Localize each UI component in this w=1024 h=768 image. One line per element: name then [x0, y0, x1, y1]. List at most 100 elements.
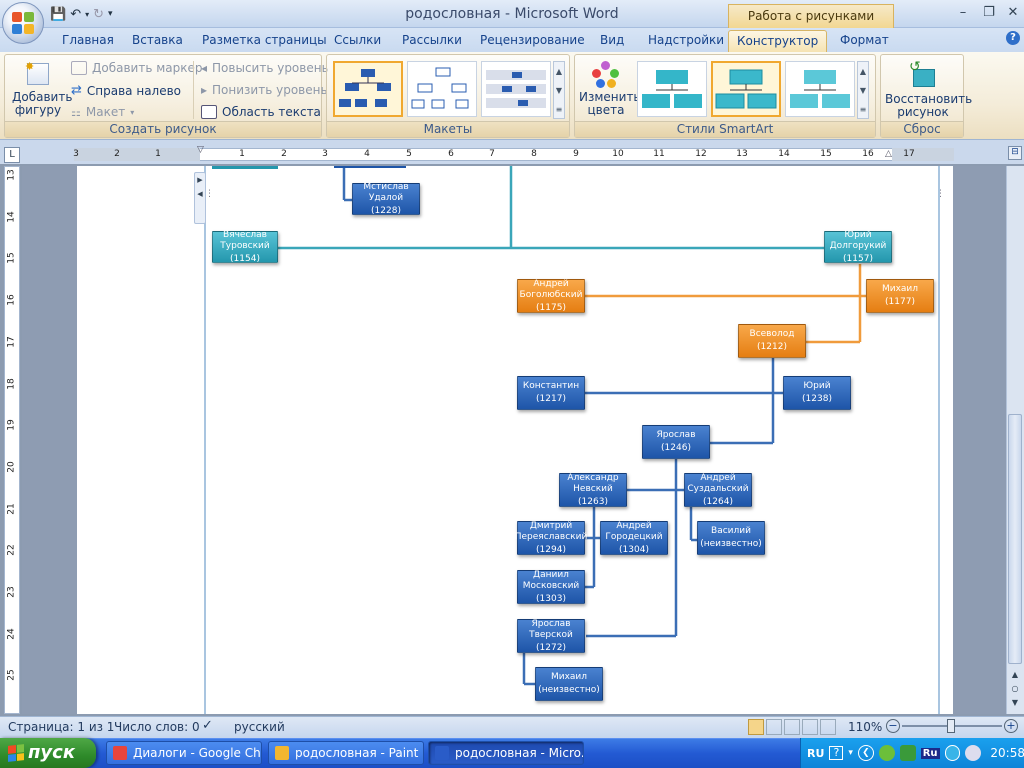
add-shape-button[interactable]: ✸ Добавить фигуру	[9, 60, 72, 117]
print-layout-icon[interactable]	[748, 719, 764, 735]
tab-0[interactable]: Главная	[60, 30, 116, 52]
chevron-up-icon[interactable]: ▲	[858, 62, 868, 81]
draft-icon[interactable]	[820, 719, 836, 735]
layouts-gallery-scroll[interactable]: ▲ ▼ ≡	[553, 61, 565, 119]
tree-node-vasiliy[interactable]: Василий (неизвестно)	[697, 521, 765, 555]
clock[interactable]: 20:58	[990, 746, 1024, 760]
reset-graphic-button[interactable]: ↺ Восстановить рисунок	[883, 60, 972, 119]
word-count[interactable]: Число слов: 0	[114, 720, 200, 734]
tree-node-yaroslav_t[interactable]: Ярослав Тверской (1272)	[517, 619, 585, 653]
help-icon[interactable]: ?	[1006, 31, 1020, 45]
style-thumb-3[interactable]	[785, 61, 855, 117]
layout-thumb-hierarchy[interactable]	[333, 61, 403, 117]
next-page-icon[interactable]: ▼	[1008, 696, 1022, 710]
view-ruler-toggle-icon[interactable]: ⊟	[1008, 146, 1022, 160]
node-partial-top[interactable]	[212, 166, 278, 169]
tree-node-yuri_d[interactable]: Юрий Долгорукий (1157)	[824, 230, 892, 264]
minimize-button[interactable]: –	[950, 4, 976, 22]
language-switch[interactable]: RU	[807, 747, 824, 760]
tree-node-mikhail2[interactable]: Михаил (неизвестно)	[535, 667, 603, 701]
tab-5[interactable]: Рецензирование	[478, 30, 587, 52]
tree-node-yaroslav[interactable]: Ярослав (1246)	[642, 425, 710, 459]
chevron-up-icon[interactable]: ▲	[554, 62, 564, 81]
tree-node-vsevolod[interactable]: Всеволод (1212)	[738, 324, 806, 358]
tree-node-dmitriy[interactable]: Дмитрий Переяславский (1294)	[515, 521, 587, 555]
tab-9[interactable]: Формат	[838, 30, 891, 52]
tree-node-daniil[interactable]: Даниил Московский (1303)	[517, 570, 585, 604]
undo-dropdown-icon[interactable]: ▾	[85, 10, 89, 19]
tab-2[interactable]: Разметка страницы	[200, 30, 329, 52]
frame-handle-left-icon[interactable]: ⋮	[205, 190, 214, 199]
select-browse-object-icon[interactable]: ○	[1008, 682, 1022, 696]
zoom-level[interactable]: 110%	[848, 720, 882, 734]
taskbar-task-0[interactable]: Диалоги - Google Ch...	[106, 741, 262, 765]
tree-node-vyacheslav[interactable]: Вячеслав Туровский (1154)	[212, 230, 278, 264]
group-label: Макеты	[327, 121, 569, 137]
layout-thumb-labeled-hierarchy[interactable]	[407, 61, 477, 117]
redo-icon[interactable]: ↻	[93, 7, 104, 22]
demote-button[interactable]: ▸ Понизить уровень	[201, 83, 328, 97]
chevron-down-icon[interactable]: ▼	[554, 81, 564, 100]
more-icon[interactable]: ≡	[858, 100, 868, 119]
scrollbar-thumb[interactable]	[1008, 414, 1022, 664]
style-thumb-1[interactable]	[637, 61, 707, 117]
restore-button[interactable]: ❐	[976, 4, 1002, 22]
language-indicator[interactable]: русский	[234, 720, 285, 734]
zoom-slider-thumb[interactable]	[947, 719, 955, 733]
layout-thumb-horizontal[interactable]	[481, 61, 551, 117]
office-button[interactable]	[2, 2, 44, 44]
utorrent-icon[interactable]	[878, 745, 895, 761]
previous-page-icon[interactable]: ▲	[1008, 668, 1022, 682]
tray-arrow-icon[interactable]: ▾	[848, 748, 853, 758]
styles-gallery-scroll[interactable]: ▲ ▼ ≡	[857, 61, 869, 119]
browser-tray-icon[interactable]	[944, 745, 961, 761]
taskbar-task-1[interactable]: родословная - Paint	[268, 741, 424, 765]
style-thumb-2[interactable]	[711, 61, 781, 117]
tree-node-aleksandr[interactable]: Александр Невский (1263)	[559, 473, 627, 507]
zoom-in-icon[interactable]: +	[1004, 719, 1018, 733]
start-button[interactable]: пуск	[0, 738, 96, 768]
tab-6[interactable]: Вид	[598, 30, 626, 52]
tab-3[interactable]: Ссылки	[332, 30, 383, 52]
full-screen-reading-icon[interactable]	[766, 719, 782, 735]
help-tray-icon[interactable]: ?	[829, 746, 844, 760]
green-app-icon[interactable]	[899, 745, 916, 761]
promote-button[interactable]: ◂ Повысить уровень	[201, 61, 329, 75]
indent-marker-icon[interactable]: ▽	[197, 145, 204, 155]
taskbar-task-2[interactable]: родословная - Micro...	[428, 741, 584, 765]
tab-4[interactable]: Рассылки	[400, 30, 464, 52]
change-colors-button[interactable]: Изменить цвета	[577, 61, 641, 117]
chevron-down-icon[interactable]: ▼	[858, 81, 868, 100]
tree-node-andrey_b[interactable]: Андрей Боголюбский (1175)	[517, 279, 585, 313]
save-icon[interactable]: 💾	[50, 7, 66, 22]
right-to-left-button[interactable]: ⇄ Справа налево	[71, 83, 181, 98]
tree-node-andrey_s[interactable]: Андрей Суздальский (1264)	[684, 473, 752, 507]
tree-node-mstislav[interactable]: Мстислав Удалой (1228)	[352, 182, 420, 216]
node-partial-top[interactable]	[334, 166, 406, 168]
more-icon[interactable]: ≡	[554, 100, 564, 119]
tab-1[interactable]: Вставка	[130, 30, 185, 52]
tab-selector-icon[interactable]: L	[4, 147, 20, 163]
network-icon[interactable]	[965, 745, 982, 761]
tree-node-andrey_g[interactable]: Андрей Городецкий (1304)	[600, 521, 668, 555]
outline-icon[interactable]	[802, 719, 818, 735]
zoom-out-icon[interactable]: −	[886, 719, 900, 733]
add-bullet-button[interactable]: Добавить маркер	[71, 61, 203, 75]
close-button[interactable]: ✕	[1000, 4, 1024, 22]
punto-switcher-icon[interactable]: Ru	[920, 747, 940, 759]
tree-node-yuri2[interactable]: Юрий (1238)	[783, 376, 851, 410]
tab-7[interactable]: Надстройки	[646, 30, 726, 52]
right-indent-marker-icon[interactable]: △	[885, 149, 892, 159]
page-count[interactable]: Страница: 1 из 1	[8, 720, 114, 734]
tab-8[interactable]: Конструктор	[728, 30, 828, 52]
show-hidden-icon[interactable]: ❮	[857, 745, 874, 761]
tree-node-konstantin[interactable]: Константин (1217)	[517, 376, 585, 410]
proofing-icon[interactable]: ✓	[202, 718, 213, 733]
web-layout-icon[interactable]	[784, 719, 800, 735]
tree-node-mikhail1[interactable]: Михаил (1177)	[866, 279, 934, 313]
text-pane-button[interactable]: Область текста	[201, 105, 321, 119]
frame-handle-right-icon[interactable]: ⋮	[936, 190, 945, 199]
undo-icon[interactable]: ↶	[70, 7, 81, 22]
customize-qat-icon[interactable]: ▾	[108, 9, 113, 19]
layout-dropdown[interactable]: ⚏ Макет ▾	[71, 105, 134, 119]
